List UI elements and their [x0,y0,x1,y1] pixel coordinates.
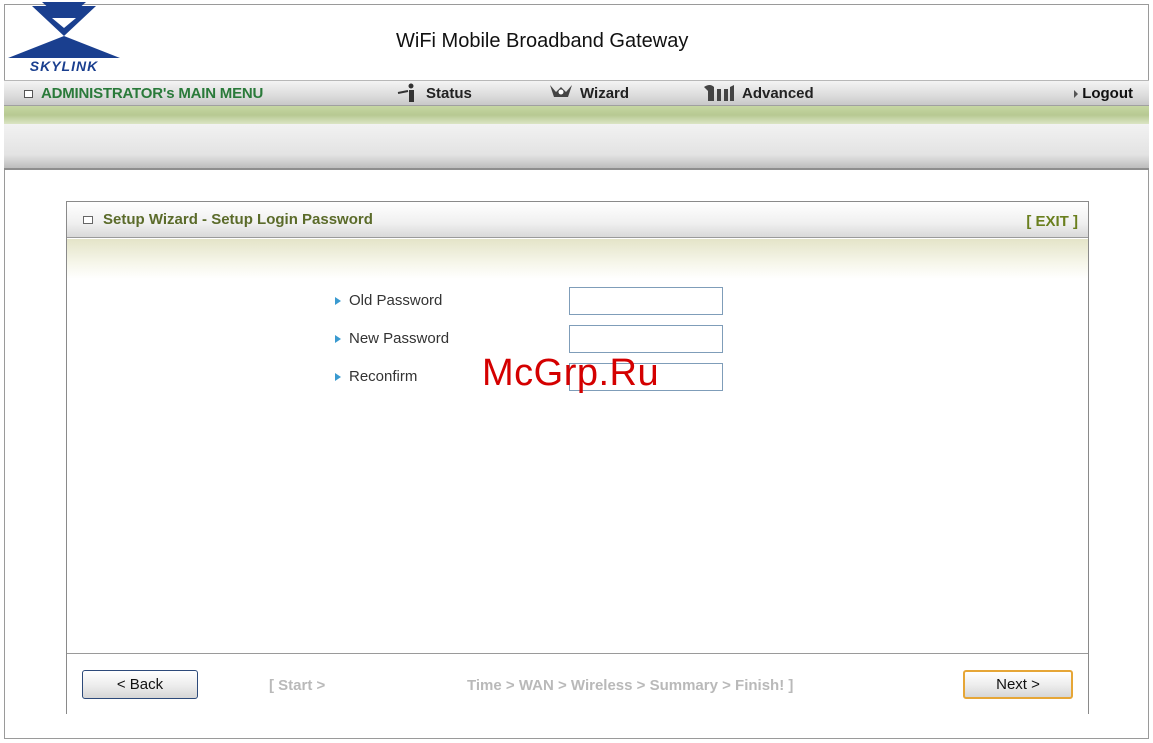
main-menu-home[interactable]: ADMINISTRATOR's MAIN MENU [24,85,263,102]
bullet-arrow-icon [335,296,341,305]
menu-item-advanced-label: Advanced [742,84,814,102]
panel-subheader-band [67,239,1088,279]
advanced-icon [704,85,734,101]
reconfirm-label: Reconfirm [349,368,418,385]
panel-footer: < Back [ Start > Time > WAN > Wireless >… [67,653,1088,714]
menu-square-icon [24,89,33,98]
main-menu-bar: ADMINISTRATOR's MAIN MENU Status Wizard … [4,80,1149,106]
menu-item-wizard-label: Wizard [580,84,630,102]
logout-link[interactable]: Logout [1074,85,1133,102]
app-title: WiFi Mobile Broadband Gateway [396,30,689,52]
header-green-band [4,106,1149,124]
wizard-steps-start: [ Start > [269,677,326,694]
panel-header: Setup Wizard - Setup Login Password [ EX… [67,202,1088,238]
menu-item-wizard[interactable]: Wizard [548,83,629,103]
new-password-row: New Password [335,325,723,353]
bullet-arrow-icon [335,372,341,381]
reconfirm-input[interactable] [569,363,723,391]
panel-square-icon [83,216,93,224]
logout-label: Logout [1082,85,1133,102]
chevron-right-icon [1074,89,1079,98]
exit-link[interactable]: [ EXIT ] [1026,213,1078,230]
header-grey-band [4,124,1149,170]
main-menu-label: ADMINISTRATOR's MAIN MENU [41,85,264,102]
status-icon [397,83,414,102]
back-button[interactable]: < Back [82,670,198,699]
menu-item-advanced[interactable]: Advanced [702,83,814,103]
panel-title: Setup Wizard - Setup Login Password [103,211,373,228]
wizard-icon [550,85,572,97]
menu-item-status-label: Status [426,84,472,102]
old-password-row: Old Password [335,287,723,315]
setup-wizard-panel: Setup Wizard - Setup Login Password [ EX… [66,201,1089,714]
new-password-label: New Password [349,330,450,347]
new-password-input[interactable] [569,325,723,353]
menu-item-status[interactable]: Status [396,83,472,103]
old-password-label: Old Password [349,292,443,309]
old-password-input[interactable] [569,287,723,315]
bullet-arrow-icon [335,334,341,343]
reconfirm-row: Reconfirm [335,363,723,391]
next-button[interactable]: Next > [963,670,1073,699]
wizard-steps-progress: Time > WAN > Wireless > Summary > Finish… [467,677,794,694]
logo-text: SKYLINK [29,58,99,74]
